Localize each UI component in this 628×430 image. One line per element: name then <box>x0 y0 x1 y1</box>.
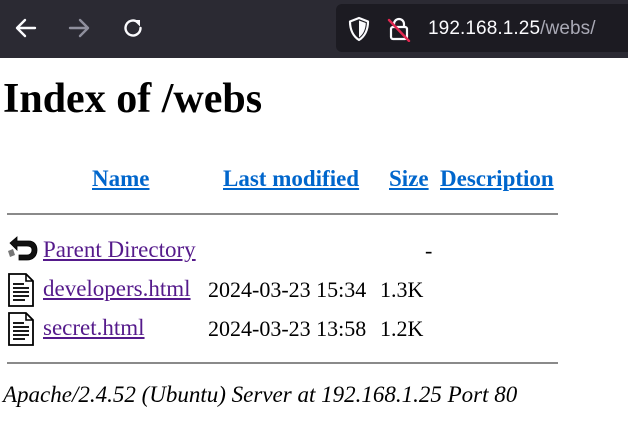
row-modified: 2024-03-23 15:34 <box>208 277 367 302</box>
column-header-description[interactable]: Description <box>440 166 554 192</box>
page-title: Index of /webs <box>3 76 263 122</box>
forward-button[interactable] <box>61 10 97 46</box>
parent-directory-link[interactable]: Parent Directory <box>43 237 196 263</box>
reload-icon <box>124 19 142 37</box>
server-signature: Apache/2.4.52 (Ubuntu) Server at 192.168… <box>3 382 518 407</box>
back-button[interactable] <box>8 10 44 46</box>
row-modified: 2024-03-23 13:58 <box>208 316 367 341</box>
url-text[interactable]: 192.168.1.25/webs/ <box>428 18 596 40</box>
site-info-button[interactable] <box>386 16 412 42</box>
column-header-last-modified[interactable]: Last modified <box>223 166 359 192</box>
url-path: /webs/ <box>540 18 596 39</box>
text-file-icon <box>7 312 35 351</box>
insecure-lock-icon <box>387 17 411 42</box>
browser-toolbar: 192.168.1.25/webs/ <box>0 0 628 58</box>
forward-arrow-icon <box>68 18 90 38</box>
back-arrow-icon <box>15 18 37 38</box>
url-host: 192.168.1.25 <box>428 18 541 39</box>
secret-html-link[interactable]: secret.html <box>43 315 145 341</box>
row-size: - <box>425 238 433 263</box>
reload-button[interactable] <box>115 10 151 46</box>
back-folder-icon <box>7 234 39 269</box>
column-header-name[interactable]: Name <box>92 166 149 192</box>
address-bar[interactable]: 192.168.1.25/webs/ <box>336 4 628 52</box>
tracking-protection-button[interactable] <box>346 16 372 42</box>
row-size: 1.2K <box>380 316 424 341</box>
footer-divider <box>7 362 558 364</box>
header-divider <box>7 213 558 215</box>
text-file-icon <box>7 273 35 312</box>
developers-html-link[interactable]: developers.html <box>43 276 191 302</box>
row-size: 1.3K <box>380 277 424 302</box>
column-header-size[interactable]: Size <box>389 166 429 192</box>
shield-icon <box>348 16 370 42</box>
